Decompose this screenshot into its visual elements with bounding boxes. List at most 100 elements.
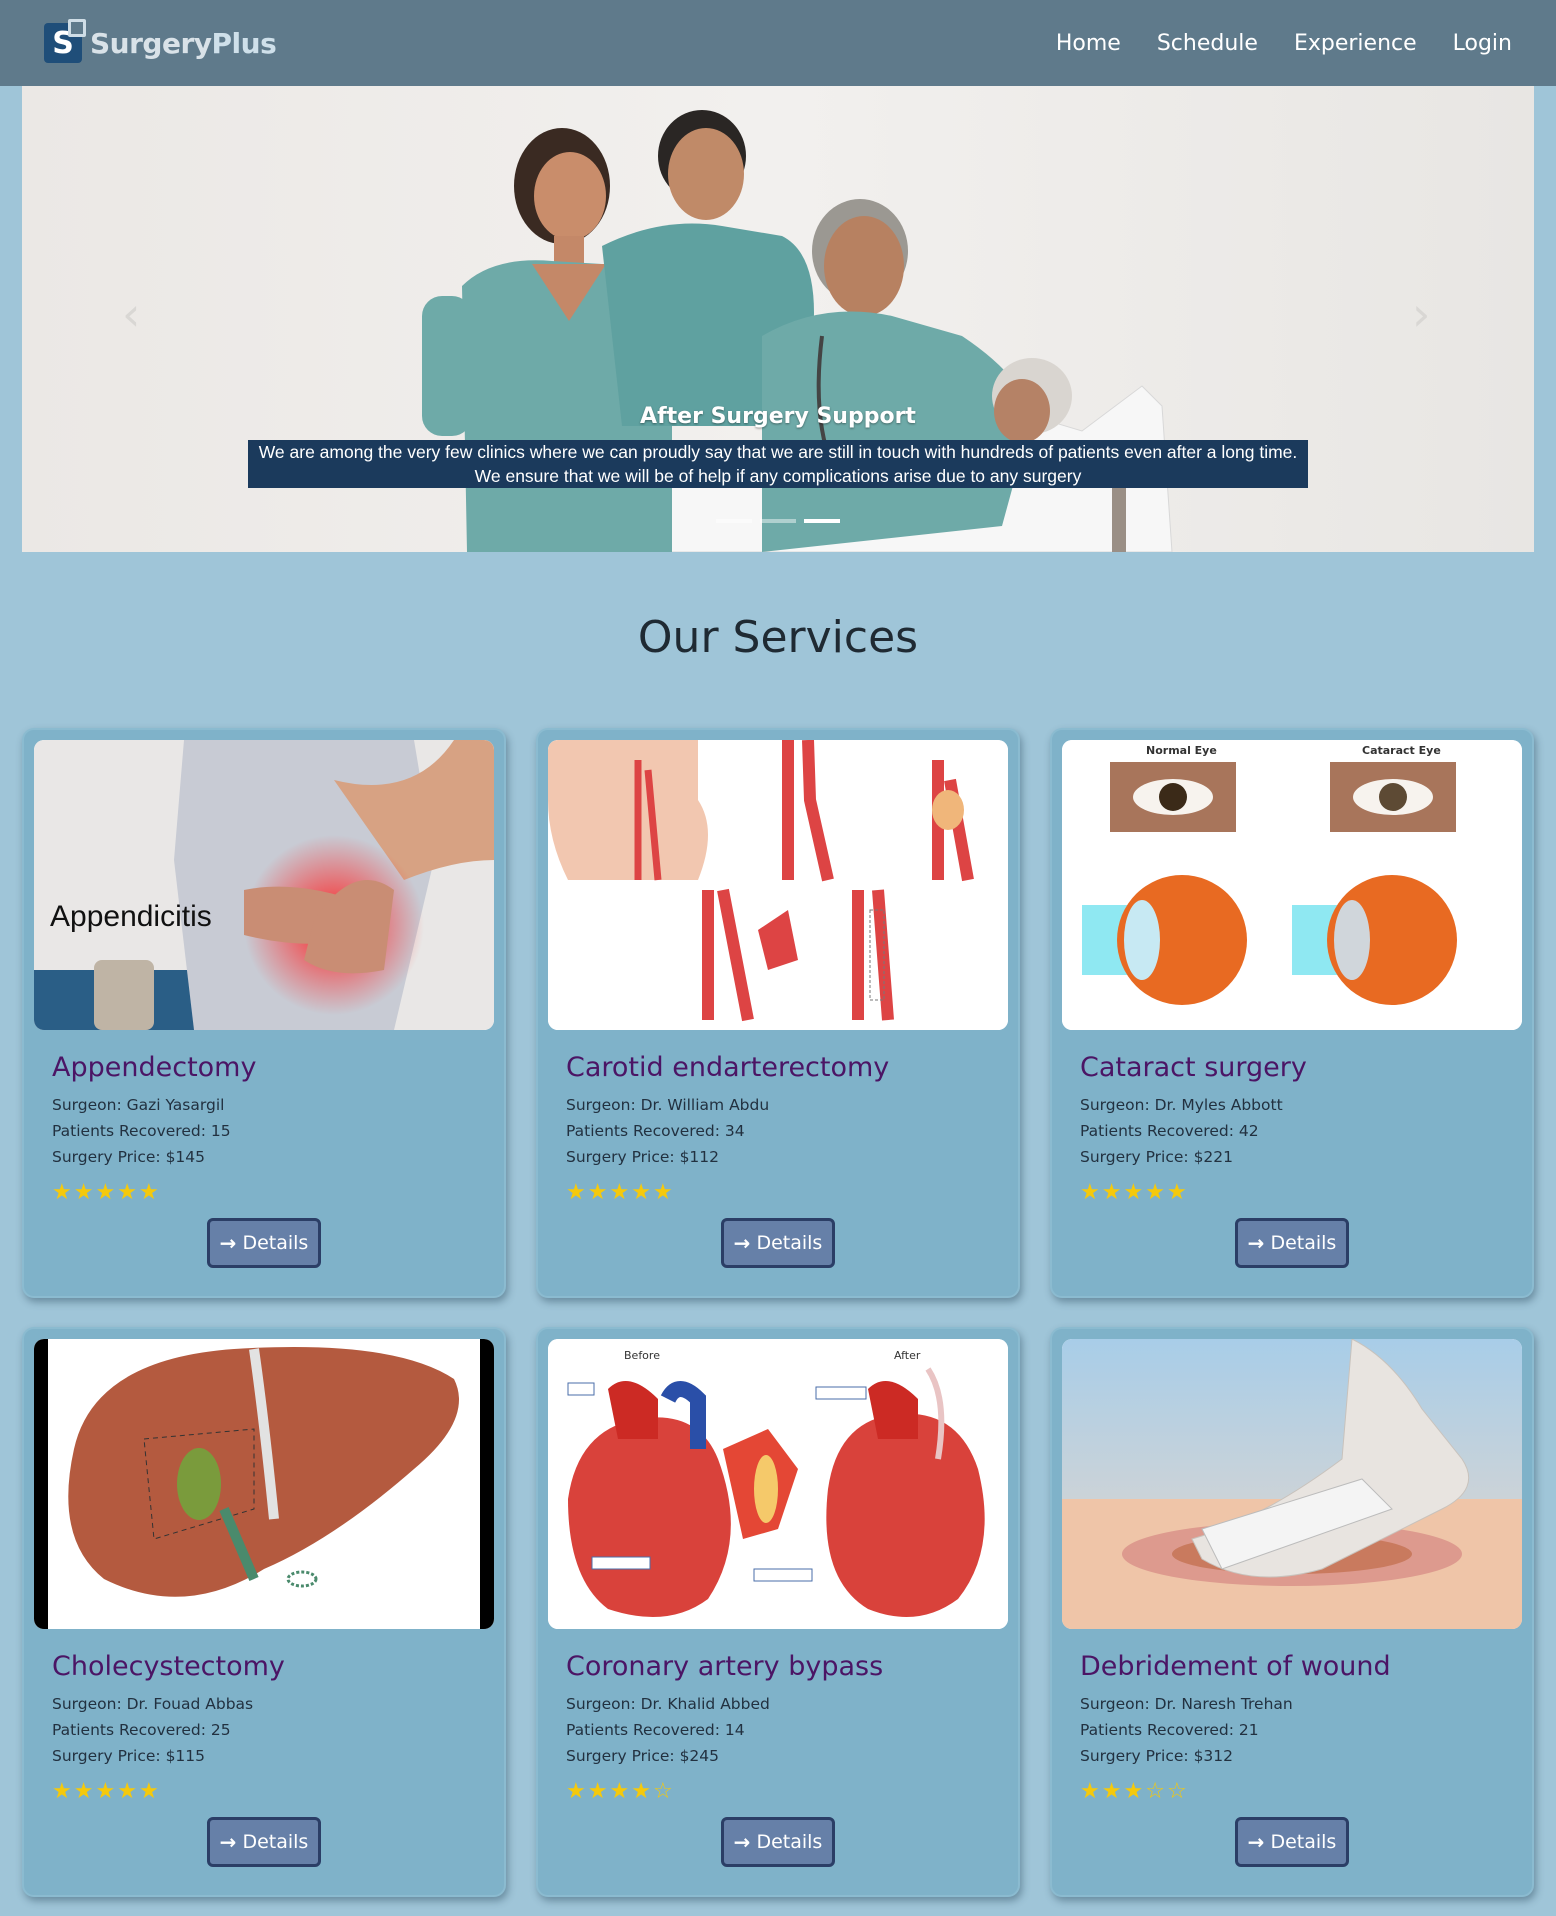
nav-link-login[interactable]: Login [1453, 31, 1512, 56]
details-label: Details [242, 1831, 309, 1853]
nav-link-home[interactable]: Home [1056, 31, 1121, 56]
details-button[interactable]: → Details [1235, 1218, 1349, 1268]
star-filled-icon: ★ [631, 1779, 651, 1804]
details-button[interactable]: → Details [1235, 1817, 1349, 1867]
surgery-price: Surgery Price: $312 [1080, 1747, 1234, 1765]
star-filled-icon: ★ [52, 1180, 72, 1205]
star-filled-icon: ★ [566, 1180, 586, 1205]
details-button[interactable]: → Details [207, 1817, 321, 1867]
star-rating: ★ ★ ★ ★ ★ [1080, 1182, 1187, 1204]
chevron-left-icon: ‹ [122, 287, 141, 341]
star-rating: ★ ★ ★ ★ ★ [52, 1781, 159, 1803]
surgery-price: Surgery Price: $145 [52, 1148, 206, 1166]
star-filled-icon: ★ [117, 1180, 137, 1205]
brand-logo[interactable]: S SurgeryPlus [44, 19, 277, 63]
patients-recovered: Patients Recovered: 21 [1080, 1721, 1259, 1739]
brand-name: SurgeryPlus [90, 26, 277, 60]
service-title: Carotid endarterectomy [566, 1052, 890, 1083]
details-button[interactable]: → Details [721, 1817, 835, 1867]
surgeon-name: Surgeon: Dr. Naresh Trehan [1080, 1695, 1293, 1713]
star-rating: ★ ★ ★ ★ ★ [52, 1182, 159, 1204]
star-filled-icon: ★ [117, 1779, 137, 1804]
star-filled-icon: ★ [609, 1779, 630, 1804]
star-filled-icon: ★ [609, 1180, 630, 1205]
service-image: Appendicitis [34, 740, 494, 1030]
service-title: Coronary artery bypass [566, 1651, 884, 1682]
carousel-prev-button[interactable]: ‹ [122, 291, 140, 337]
nav-link-schedule[interactable]: Schedule [1157, 31, 1258, 56]
star-empty-icon: ☆ [1166, 1779, 1187, 1804]
service-image-label: Appendicitis [50, 900, 212, 933]
service-card: Normal Eye Cataract Eye Cataract surgery… [1050, 728, 1534, 1298]
patients-recovered: Patients Recovered: 34 [566, 1122, 745, 1140]
hero-carousel: ‹ › After Surgery Support We are among t… [22, 86, 1534, 552]
service-image [548, 740, 1008, 1030]
star-filled-icon: ★ [587, 1779, 608, 1804]
surgeon-name: Surgeon: Dr. William Abdu [566, 1096, 770, 1114]
star-filled-icon: ★ [1080, 1180, 1100, 1205]
carousel-indicator[interactable] [716, 519, 752, 523]
star-filled-icon: ★ [1123, 1180, 1144, 1205]
arrow-right-icon: → [219, 1830, 237, 1854]
star-empty-icon: ☆ [652, 1779, 673, 1804]
star-rating: ★ ★ ★ ☆ ☆ [1080, 1781, 1187, 1803]
patients-recovered: Patients Recovered: 15 [52, 1122, 231, 1140]
details-label: Details [1270, 1831, 1337, 1853]
service-image [1062, 1339, 1522, 1629]
service-card: Before After Coronary artery bypass Surg… [536, 1327, 1020, 1897]
service-card: Appendicitis Appendectomy Surgeon: Gazi … [22, 728, 506, 1298]
patients-recovered: Patients Recovered: 25 [52, 1721, 231, 1739]
star-filled-icon: ★ [52, 1779, 72, 1804]
star-filled-icon: ★ [73, 1180, 94, 1205]
service-image-label: Normal Eye [1146, 744, 1217, 757]
service-card: Carotid endarterectomy Surgeon: Dr. Will… [536, 728, 1020, 1298]
star-filled-icon: ★ [1166, 1180, 1187, 1205]
nav-link-experience[interactable]: Experience [1294, 31, 1417, 56]
star-filled-icon: ★ [73, 1779, 94, 1804]
details-button[interactable]: → Details [721, 1218, 835, 1268]
star-filled-icon: ★ [138, 1180, 159, 1205]
star-filled-icon: ★ [1101, 1180, 1122, 1205]
surgeon-name: Surgeon: Dr. Myles Abbott [1080, 1096, 1283, 1114]
service-image-label: After [894, 1349, 921, 1362]
carousel-indicators [22, 519, 1534, 523]
arrow-right-icon: → [733, 1231, 751, 1255]
carousel-indicator[interactable] [760, 519, 796, 523]
surgeon-name: Surgeon: Dr. Khalid Abbed [566, 1695, 770, 1713]
service-image [34, 1339, 494, 1629]
service-title: Appendectomy [52, 1052, 257, 1083]
service-image-label: Cataract Eye [1362, 744, 1441, 757]
details-button[interactable]: → Details [207, 1218, 321, 1268]
star-rating: ★ ★ ★ ★ ☆ [566, 1781, 673, 1803]
surgery-price: Surgery Price: $245 [566, 1747, 720, 1765]
logo-icon: S [44, 19, 86, 63]
star-filled-icon: ★ [1145, 1180, 1165, 1205]
service-image: Before After [548, 1339, 1008, 1629]
star-filled-icon: ★ [566, 1779, 586, 1804]
details-label: Details [756, 1831, 823, 1853]
patients-recovered: Patients Recovered: 42 [1080, 1122, 1259, 1140]
star-filled-icon: ★ [1080, 1779, 1100, 1804]
surgery-price: Surgery Price: $221 [1080, 1148, 1234, 1166]
details-label: Details [242, 1232, 309, 1254]
arrow-right-icon: → [219, 1231, 237, 1255]
star-filled-icon: ★ [95, 1779, 116, 1804]
details-label: Details [1270, 1232, 1337, 1254]
service-title: Debridement of wound [1080, 1651, 1391, 1682]
star-filled-icon: ★ [587, 1180, 608, 1205]
chevron-right-icon: › [1412, 287, 1431, 341]
arrow-right-icon: → [1247, 1830, 1265, 1854]
star-filled-icon: ★ [95, 1180, 116, 1205]
patients-recovered: Patients Recovered: 14 [566, 1721, 745, 1739]
service-title: Cholecystectomy [52, 1651, 285, 1682]
carousel-next-button[interactable]: › [1412, 291, 1430, 337]
service-card: Debridement of wound Surgeon: Dr. Naresh… [1050, 1327, 1534, 1897]
services-title: Our Services [637, 612, 919, 663]
service-title: Cataract surgery [1080, 1052, 1307, 1083]
surgery-price: Surgery Price: $112 [566, 1148, 720, 1166]
details-label: Details [756, 1232, 823, 1254]
carousel-indicator-active[interactable] [804, 519, 840, 523]
star-filled-icon: ★ [1123, 1779, 1144, 1804]
star-filled-icon: ★ [138, 1779, 159, 1804]
carousel-caption-title: After Surgery Support [640, 404, 916, 429]
